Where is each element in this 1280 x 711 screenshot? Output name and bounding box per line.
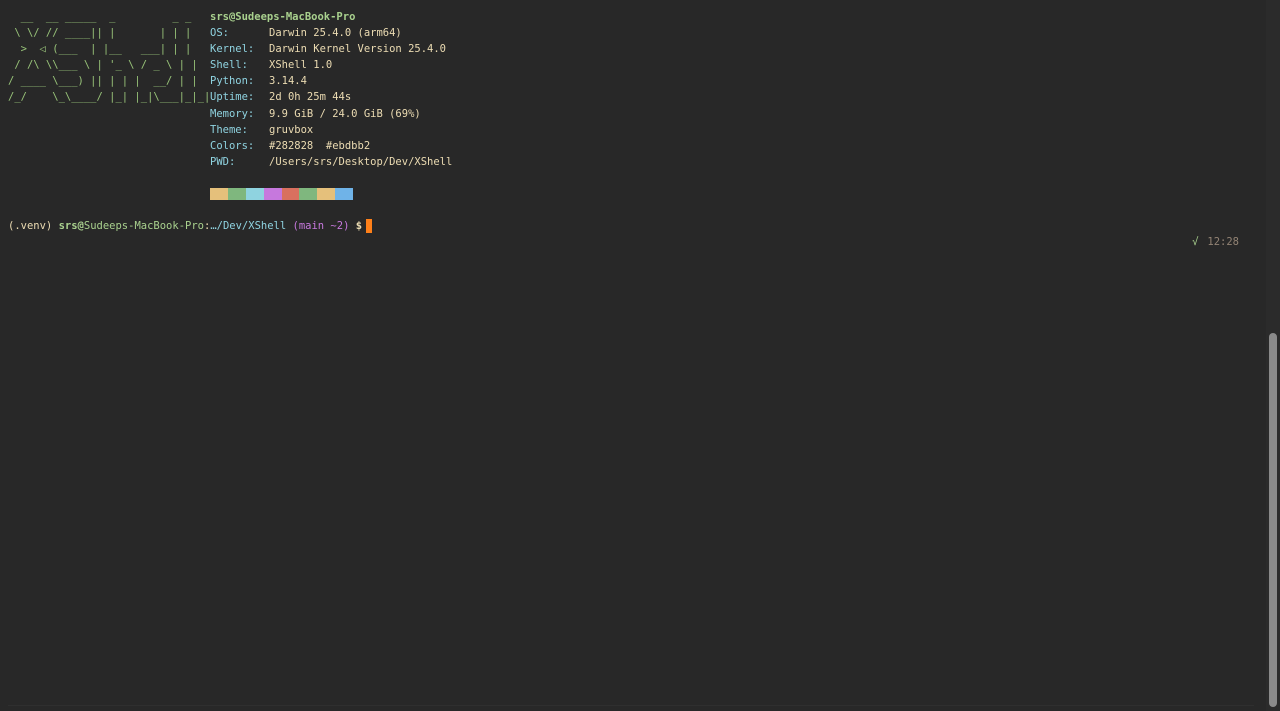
info-key: Kernel: [210, 43, 255, 56]
right-status: √ 12:28 [1167, 218, 1239, 248]
info-key: Memory: [210, 107, 255, 120]
prompt-user: srs [58, 220, 78, 232]
info-value: Darwin Kernel Version 25.4.0 [269, 43, 447, 56]
color-swatch [335, 188, 354, 200]
info-value: #282828 #ebdbb2 [269, 139, 371, 152]
info-row-kernel: Kernel: Darwin Kernel Version 25.4.0 [210, 41, 452, 57]
info-row-shell: Shell: XShell 1.0 [210, 57, 452, 73]
info-key: Python: [210, 75, 255, 88]
prompt-path: …/Dev/XShell [210, 220, 287, 232]
text-cursor[interactable] [366, 219, 373, 233]
info-value: gruvbox [269, 123, 314, 136]
info-row-theme: Theme: gruvbox [210, 122, 452, 138]
info-value: 3.14.4 [269, 75, 307, 88]
color-swatch [299, 188, 318, 200]
info-value: XShell 1.0 [269, 59, 333, 72]
info-row-memory: Memory: 9.9 GiB / 24.0 GiB (69%) [210, 106, 452, 122]
color-swatch [263, 188, 282, 200]
scrollbar-track[interactable] [1266, 0, 1280, 711]
info-value: 2d 0h 25m 44s [269, 91, 352, 104]
info-title: srs@Sudeeps-MacBook-Pro [210, 11, 356, 23]
terminal-window[interactable]: __ __ _____ _ _ _ \ \/ // ____|| | | | |… [0, 0, 1266, 711]
prompt-dollar: $ [349, 220, 363, 232]
ascii-logo: __ __ _____ _ _ _ \ \/ // ____|| | | | |… [8, 11, 211, 104]
color-swatch [281, 188, 300, 200]
info-value: 9.9 GiB / 24.0 GiB (69%) [269, 107, 421, 120]
info-row-uptime: Uptime: 2d 0h 25m 44s [210, 89, 452, 105]
prompt-host: Sudeeps-MacBook-Pro [83, 220, 204, 232]
color-swatch [210, 188, 228, 200]
prompt-git-status: (main ~2) [286, 220, 350, 232]
info-key: OS: [210, 27, 229, 40]
info-key: Theme: [210, 123, 248, 136]
scrollbar-thumb[interactable] [1269, 333, 1277, 707]
system-info: srs@Sudeeps-MacBook-Pro OS: Darwin 25.4.0… [210, 9, 452, 170]
info-row-os: OS: Darwin 25.4.0 (arm64) [210, 25, 452, 41]
info-value: /Users/srs/Desktop/Dev/XShell [269, 155, 453, 168]
info-row-python: Python: 3.14.4 [210, 73, 452, 89]
shell-prompt[interactable]: (.venv) srs @ Sudeeps-MacBook-Pro: …/Dev/XS… [8, 218, 373, 234]
info-key: Shell: [210, 59, 248, 72]
prompt-venv: (.venv) [8, 220, 59, 232]
info-key: Uptime: [210, 91, 255, 104]
color-palette [210, 188, 354, 200]
status-time: 12:28 [1207, 236, 1239, 248]
info-row-colors: Colors: #282828 #ebdbb2 [210, 138, 452, 154]
info-key: PWD: [210, 155, 236, 168]
divider [8, 705, 1254, 706]
info-row-pwd: PWD: /Users/srs/Desktop/Dev/XShell [210, 154, 452, 170]
color-swatch [317, 188, 336, 200]
info-key: Colors: [210, 139, 255, 152]
color-swatch [227, 188, 246, 200]
check-icon: √ [1192, 236, 1199, 248]
color-swatch [245, 188, 264, 200]
info-value: Darwin 25.4.0 (arm64) [269, 27, 402, 40]
